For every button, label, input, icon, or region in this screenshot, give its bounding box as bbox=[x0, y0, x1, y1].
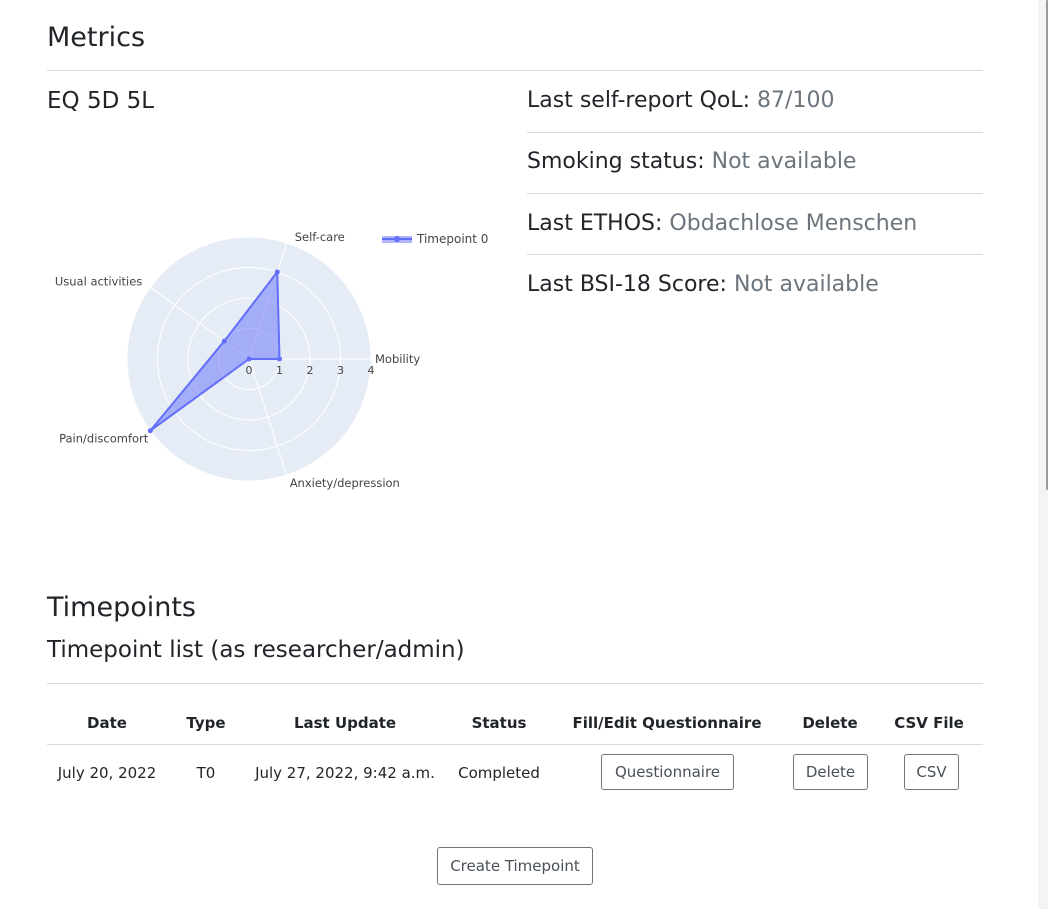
qol-value: 87/100 bbox=[757, 88, 835, 113]
bsi-metric: Last BSI-18 Score: Not available bbox=[527, 272, 983, 297]
column-header-status: Status bbox=[471, 714, 527, 732]
axis-label: Usual activities bbox=[55, 274, 142, 288]
radial-tick-label: 4 bbox=[368, 364, 375, 377]
smoking-metric: Smoking status: Not available bbox=[527, 149, 983, 174]
axis-label: Self-care bbox=[295, 230, 345, 244]
questionnaire-button[interactable]: Questionnaire bbox=[601, 754, 734, 790]
row-type: T0 bbox=[196, 764, 216, 782]
series-point bbox=[147, 428, 153, 434]
column-header-date: Date bbox=[87, 714, 127, 732]
radial-tick-label: 3 bbox=[337, 364, 344, 377]
eq5d-radar-chart: 0 1 2 3 4 Mobility Self-care Usual activities P… bbox=[55, 230, 489, 490]
bsi-value: Not available bbox=[733, 272, 879, 297]
timepoint-list-title: Timepoint list (as researcher/admin) bbox=[47, 637, 465, 663]
axis-label: Mobility bbox=[375, 352, 420, 366]
radial-tick-label: 0 bbox=[246, 364, 253, 377]
metric-divider bbox=[527, 254, 983, 255]
create-timepoint-button[interactable]: Create Timepoint bbox=[437, 847, 593, 885]
row-last-update: July 27, 2022, 9:42 a.m. bbox=[255, 764, 435, 782]
timepoints-heading: Timepoints bbox=[47, 592, 197, 623]
series-point bbox=[277, 356, 282, 362]
series-point bbox=[274, 269, 280, 275]
column-header-delete: Delete bbox=[802, 714, 858, 732]
radial-tick-label: 1 bbox=[276, 364, 283, 377]
ethos-value: Obdachlose Menschen bbox=[669, 211, 918, 236]
table-header-divider bbox=[47, 744, 983, 745]
csv-button[interactable]: CSV bbox=[904, 754, 959, 790]
axis-label: Anxiety/depression bbox=[290, 476, 400, 490]
delete-button[interactable]: Delete bbox=[793, 754, 868, 790]
smoking-label: Smoking status: bbox=[527, 149, 705, 174]
bsi-label: Last BSI-18 Score: bbox=[527, 272, 727, 297]
row-status: Completed bbox=[458, 764, 540, 782]
metric-divider bbox=[527, 132, 983, 133]
metric-divider bbox=[527, 193, 983, 194]
legend-marker bbox=[394, 236, 400, 242]
ethos-label: Last ETHOS: bbox=[527, 211, 663, 236]
ethos-metric: Last ETHOS: Obdachlose Menschen bbox=[527, 211, 983, 236]
row-date: July 20, 2022 bbox=[57, 764, 157, 782]
column-header-last-update: Last Update bbox=[293, 714, 397, 732]
column-header-type: Type bbox=[186, 714, 226, 732]
legend-label: Timepoint 0 bbox=[416, 232, 488, 246]
smoking-value: Not available bbox=[711, 149, 857, 174]
radial-tick-label: 2 bbox=[307, 364, 314, 377]
axis-label: Pain/discomfort bbox=[59, 432, 149, 446]
qol-metric: Last self-report QoL: 87/100 bbox=[527, 88, 983, 113]
series-point bbox=[246, 356, 252, 362]
series-point bbox=[221, 338, 227, 344]
column-header-csv: CSV File bbox=[894, 714, 964, 732]
column-header-questionnaire: Fill/Edit Questionnaire bbox=[572, 714, 762, 732]
qol-label: Last self-report QoL: bbox=[527, 88, 751, 113]
timepoints-divider bbox=[47, 683, 983, 684]
